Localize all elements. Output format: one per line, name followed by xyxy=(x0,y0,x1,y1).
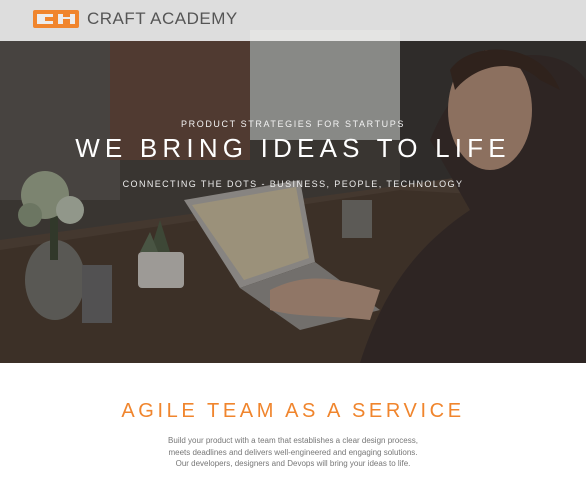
section-body-line: meets deadlines and delivers well-engine… xyxy=(168,447,418,457)
section-body-line: Our developers, designers and Devops wil… xyxy=(175,459,411,468)
hero-headline: WE BRING IDEAS TO LIFE xyxy=(75,133,511,163)
brand-name: CRAFT ACADEMY xyxy=(87,9,238,28)
site-header: CRAFT ACADEMY xyxy=(0,0,586,41)
section-title: AGILE TEAM AS A SERVICE xyxy=(121,400,465,422)
hero-kicker: PRODUCT STRATEGIES FOR STARTUPS xyxy=(181,119,405,129)
section-body-line: Build your product with a team that esta… xyxy=(168,436,418,445)
craft-academy-logo-icon xyxy=(33,10,79,28)
section-body: Build your product with a team that esta… xyxy=(0,435,586,470)
hero-subline: CONNECTING THE DOTS - BUSINESS, PEOPLE, … xyxy=(122,179,464,189)
hero-banner: PRODUCT STRATEGIES FOR STARTUPS WE BRING… xyxy=(0,0,586,363)
logo[interactable]: CRAFT ACADEMY xyxy=(33,9,238,29)
